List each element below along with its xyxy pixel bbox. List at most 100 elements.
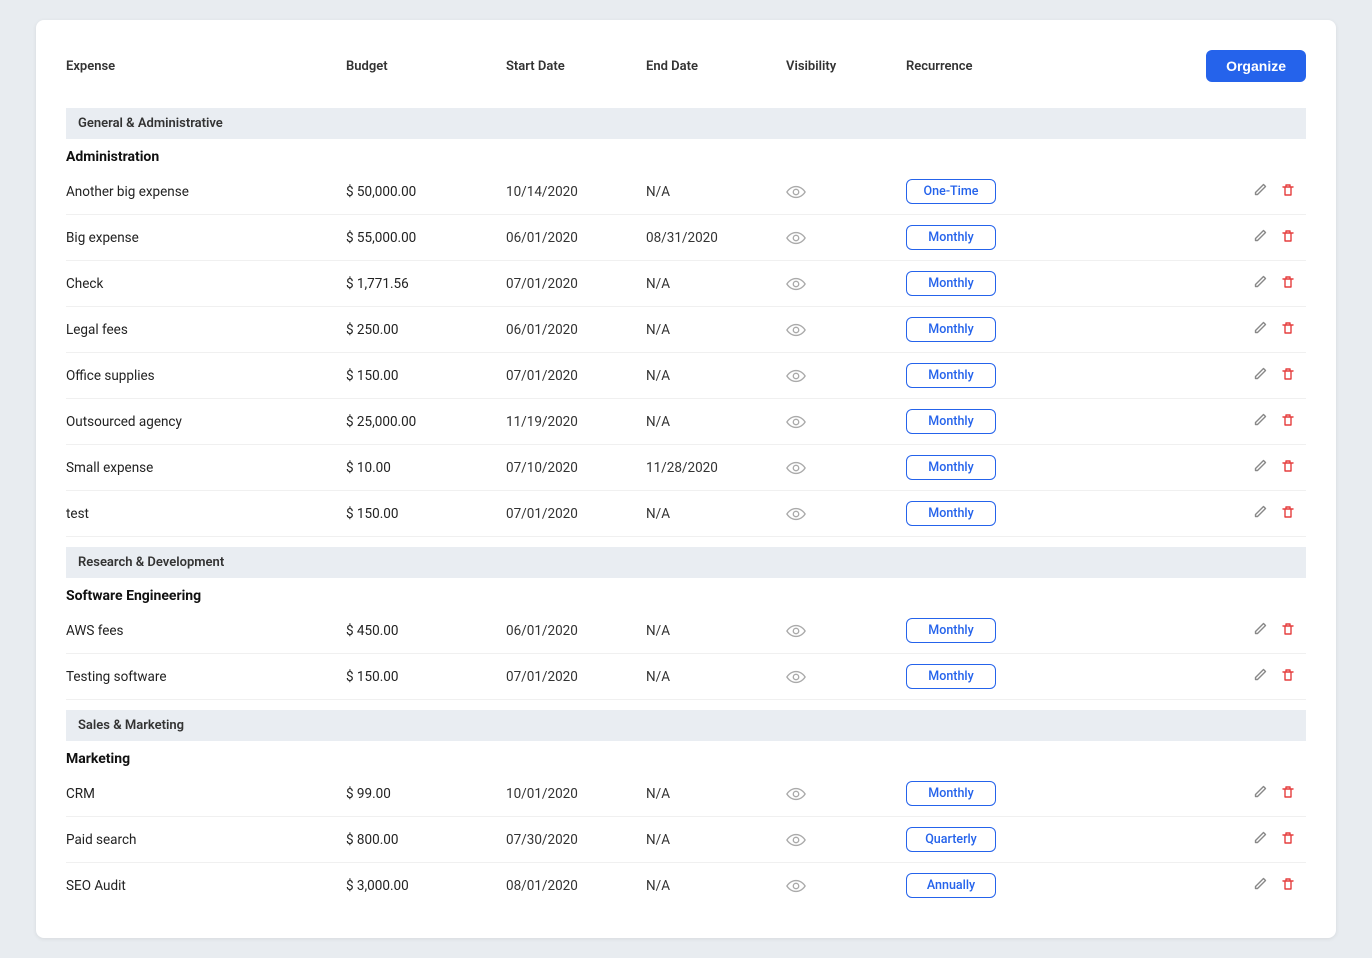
row-actions	[1106, 366, 1306, 386]
delete-button[interactable]	[1280, 228, 1296, 248]
expense-budget: $ 250.00	[346, 322, 506, 338]
delete-button[interactable]	[1280, 621, 1296, 641]
recurrence-cell: Monthly	[906, 317, 1106, 342]
recurrence-badge[interactable]: Monthly	[906, 618, 996, 643]
col-recurrence: Recurrence	[906, 59, 1106, 74]
expense-end-date: N/A	[646, 786, 786, 802]
col-visibility: Visibility	[786, 59, 906, 74]
expense-budget: $ 150.00	[346, 506, 506, 522]
expense-budget: $ 99.00	[346, 786, 506, 802]
visibility-cell	[786, 323, 906, 337]
delete-button[interactable]	[1280, 504, 1296, 524]
main-container: Expense Budget Start Date End Date Visib…	[36, 20, 1336, 938]
row-actions	[1106, 504, 1306, 524]
row-actions	[1106, 320, 1306, 340]
recurrence-badge[interactable]: Monthly	[906, 781, 996, 806]
expense-end-date: N/A	[646, 414, 786, 430]
table-row: Big expense $ 55,000.00 06/01/2020 08/31…	[66, 215, 1306, 261]
row-actions	[1106, 667, 1306, 687]
edit-button[interactable]	[1252, 274, 1268, 294]
edit-button[interactable]	[1252, 458, 1268, 478]
edit-button[interactable]	[1252, 412, 1268, 432]
expense-start-date: 06/01/2020	[506, 322, 646, 338]
recurrence-cell: Monthly	[906, 455, 1106, 480]
expense-name: CRM	[66, 786, 346, 802]
col-budget: Budget	[346, 59, 506, 74]
table-row: Legal fees $ 250.00 06/01/2020 N/A Month…	[66, 307, 1306, 353]
delete-button[interactable]	[1280, 667, 1296, 687]
delete-button[interactable]	[1280, 366, 1296, 386]
edit-button[interactable]	[1252, 366, 1268, 386]
expense-name: Paid search	[66, 832, 346, 848]
expense-budget: $ 10.00	[346, 460, 506, 476]
table-row: Another big expense $ 50,000.00 10/14/20…	[66, 169, 1306, 215]
edit-button[interactable]	[1252, 320, 1268, 340]
visibility-cell	[786, 277, 906, 291]
expense-start-date: 07/30/2020	[506, 832, 646, 848]
recurrence-badge[interactable]: Monthly	[906, 455, 996, 480]
edit-button[interactable]	[1252, 182, 1268, 202]
table-header: Expense Budget Start Date End Date Visib…	[66, 50, 1306, 98]
expense-name: test	[66, 506, 346, 522]
expense-end-date: N/A	[646, 506, 786, 522]
expense-start-date: 10/14/2020	[506, 184, 646, 200]
edit-button[interactable]	[1252, 228, 1268, 248]
table-row: Office supplies $ 150.00 07/01/2020 N/A …	[66, 353, 1306, 399]
expense-start-date: 06/01/2020	[506, 230, 646, 246]
table-row: Check $ 1,771.56 07/01/2020 N/A Monthly	[66, 261, 1306, 307]
table-row: Outsourced agency $ 25,000.00 11/19/2020…	[66, 399, 1306, 445]
delete-button[interactable]	[1280, 274, 1296, 294]
edit-button[interactable]	[1252, 621, 1268, 641]
expense-end-date: N/A	[646, 368, 786, 384]
visibility-cell	[786, 231, 906, 245]
table-row: Paid search $ 800.00 07/30/2020 N/A Quar…	[66, 817, 1306, 863]
table-row: AWS fees $ 450.00 06/01/2020 N/A Monthly	[66, 608, 1306, 654]
recurrence-badge[interactable]: One-Time	[906, 179, 996, 204]
recurrence-badge[interactable]: Quarterly	[906, 827, 996, 852]
expense-budget: $ 450.00	[346, 623, 506, 639]
visibility-cell	[786, 787, 906, 801]
expense-name: Outsourced agency	[66, 414, 346, 430]
delete-button[interactable]	[1280, 412, 1296, 432]
recurrence-badge[interactable]: Monthly	[906, 409, 996, 434]
expense-end-date: 11/28/2020	[646, 460, 786, 476]
recurrence-badge[interactable]: Monthly	[906, 363, 996, 388]
expense-end-date: N/A	[646, 832, 786, 848]
recurrence-badge[interactable]: Monthly	[906, 501, 996, 526]
expense-end-date: N/A	[646, 322, 786, 338]
row-actions	[1106, 228, 1306, 248]
row-actions	[1106, 784, 1306, 804]
visibility-cell	[786, 461, 906, 475]
recurrence-badge[interactable]: Monthly	[906, 271, 996, 296]
visibility-cell	[786, 833, 906, 847]
expense-budget: $ 25,000.00	[346, 414, 506, 430]
col-expense: Expense	[66, 59, 346, 74]
group-header-0-0: Administration	[66, 139, 1306, 169]
delete-button[interactable]	[1280, 320, 1296, 340]
recurrence-cell: Monthly	[906, 409, 1106, 434]
visibility-cell	[786, 369, 906, 383]
recurrence-cell: Monthly	[906, 781, 1106, 806]
table-row: test $ 150.00 07/01/2020 N/A Monthly	[66, 491, 1306, 537]
table-row: CRM $ 99.00 10/01/2020 N/A Monthly	[66, 771, 1306, 817]
group-header-2-0: Marketing	[66, 741, 1306, 771]
recurrence-badge[interactable]: Monthly	[906, 664, 996, 689]
expense-start-date: 07/10/2020	[506, 460, 646, 476]
delete-button[interactable]	[1280, 182, 1296, 202]
expense-end-date: N/A	[646, 669, 786, 685]
delete-button[interactable]	[1280, 784, 1296, 804]
expense-start-date: 07/01/2020	[506, 276, 646, 292]
edit-button[interactable]	[1252, 784, 1268, 804]
delete-button[interactable]	[1280, 458, 1296, 478]
edit-button[interactable]	[1252, 504, 1268, 524]
edit-button[interactable]	[1252, 667, 1268, 687]
col-end-date: End Date	[646, 59, 786, 74]
expense-start-date: 11/19/2020	[506, 414, 646, 430]
delete-button[interactable]	[1280, 830, 1296, 850]
edit-button[interactable]	[1252, 830, 1268, 850]
organize-button[interactable]: Organize	[1206, 50, 1306, 82]
recurrence-badge[interactable]: Monthly	[906, 317, 996, 342]
expense-end-date: 08/31/2020	[646, 230, 786, 246]
recurrence-badge[interactable]: Monthly	[906, 225, 996, 250]
expense-end-date: N/A	[646, 184, 786, 200]
